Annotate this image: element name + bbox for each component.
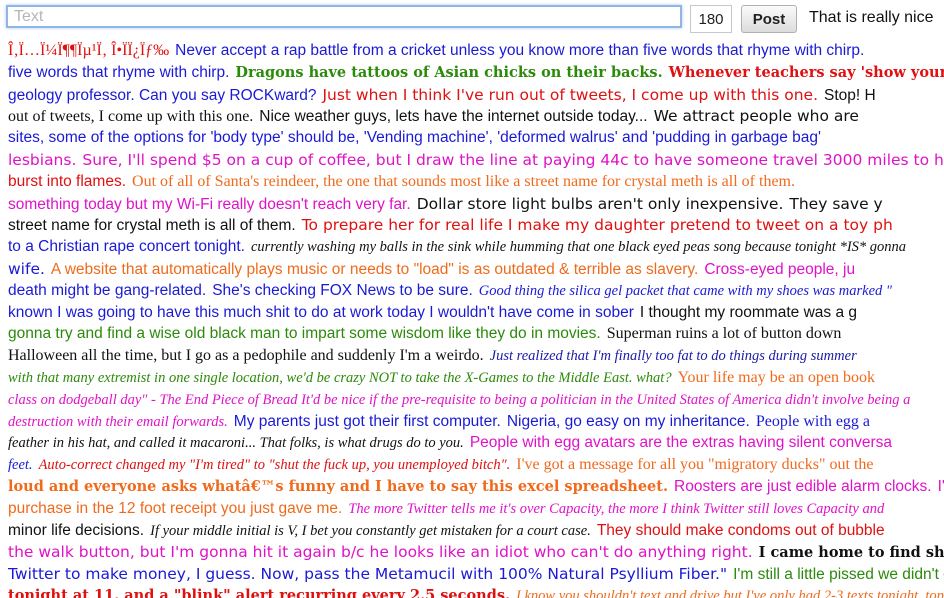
tweet-text: Nice weather guys, lets have the interne…: [259, 108, 648, 126]
tweet-text: to a Christian rape concert tonight.: [8, 238, 245, 256]
tweet-text: Cross-eyed people, ju: [704, 261, 856, 278]
tweet-text: People with egg avatars are the extras h…: [469, 434, 892, 452]
feed-line: death might be gang-related. She's checki…: [8, 280, 898, 302]
tweet-text-input[interactable]: [6, 5, 682, 28]
feed-line: Twitter to make money, I guess. Now, pas…: [8, 563, 944, 585]
feed-line: minor life decisions. If your middle init…: [8, 520, 891, 542]
tweet-text: I thought my roommate was a g: [639, 303, 857, 321]
tweet-text: Superman ruins a lot of button down: [606, 325, 842, 343]
tweet-text: Good thing the silica gel packet that ca…: [478, 282, 892, 299]
tweet-text: I've got a message for all you "migrator…: [516, 456, 874, 474]
tweet-text: gonna try and find a wise old black man …: [8, 325, 601, 343]
feed-line: something today but my Wi-Fi really does…: [8, 193, 889, 215]
tweet-text: A website that automatically plays music…: [50, 261, 699, 278]
tweet-text: street name for crystal meth is all of t…: [8, 217, 296, 235]
feed-line: to a Christian rape concert tonight. curr…: [8, 236, 912, 258]
tweet-text: feather in his hat, and called it macaro…: [8, 435, 464, 452]
tweet-text: Auto-correct changed my "I'm tired" to "…: [38, 457, 511, 474]
feed-line: burst into flames. Out of all of Santa's …: [8, 171, 801, 193]
tweet-text: Your life may be an open book: [677, 369, 876, 386]
feed-line: purchase in the 12 foot receipt you just…: [8, 498, 890, 520]
tweet-text: If your middle initial is V, I bet you c…: [150, 522, 591, 539]
tweet-text: burst into flames.: [8, 172, 127, 190]
feed-line: known I was going to have this much shit…: [8, 302, 863, 324]
tweet-text: something today but my Wi-Fi really does…: [8, 195, 411, 213]
feed-line: out of tweets, I come up with this one. N…: [8, 105, 865, 127]
tweet-text: I'm: [937, 478, 944, 495]
tweet-text: Dragons have tattoos of Asian chicks on …: [235, 63, 663, 81]
tweet-text: wife.: [8, 260, 45, 278]
tweet-text: Sure, I'll spend $5 on a cup of coffee, …: [82, 151, 944, 169]
feed-line: Halloween all the time, but I go as a pe…: [8, 345, 863, 367]
tweet-text: Halloween all the time, but I go as a pe…: [8, 347, 484, 365]
tweet-text: Stop! H: [824, 86, 876, 104]
tweet-text: out of tweets, I come up with this one.: [8, 108, 254, 126]
tweet-text: Dollar store light bulbs aren't only ine…: [416, 194, 784, 213]
tweet-text: I'm still a little pissed we didn't get: [733, 566, 944, 584]
tweet-text: currently washing my balls in the sink w…: [250, 239, 907, 256]
tweet-text: Out of all of Santa's reindeer, the one …: [132, 172, 795, 190]
feed-line: destruction with their email forwards. My…: [8, 411, 876, 433]
tweet-text: the walk button, but I'm gonna hit it ag…: [8, 543, 753, 562]
feed-line: loud and everyone asks whatâ€™s funny an…: [8, 476, 944, 498]
feed-line: the walk button, but I'm gonna hit it ag…: [8, 541, 944, 563]
tweet-text: I came home to find sh: [758, 544, 944, 562]
tweet-text: Whenever teachers say 'show your work': [668, 63, 944, 81]
tweet-text: destruction with their email forwards.: [8, 413, 228, 430]
tweet-feed: Î‚Ï…Ï¼Ï¶¶Ïµ¹Ï‚ Î•ÏÏ¿Ïƒ‰ Never accept a ra…: [0, 40, 944, 598]
tweet-text: known I was going to have this much shit…: [8, 303, 634, 321]
character-counter: 180: [690, 5, 732, 33]
feed-line: Î‚Ï…Ï¼Ï¶¶Ïµ¹Ï‚ Î•ÏÏ¿Ïƒ‰ Never accept a ra…: [8, 40, 870, 62]
feed-line: geology professor. Can you say ROCKward?…: [8, 84, 882, 106]
tweet-text: Î‚Ï…Ï¼Ï¶¶Ïµ¹Ï‚ Î•ÏÏ¿Ïƒ‰: [8, 42, 170, 59]
tweet-text: loud and everyone asks whatâ€™s funny an…: [8, 478, 669, 495]
feed-line: wife. A website that automatically plays …: [8, 258, 861, 280]
compose-bar: 180 Post That is really nice: [0, 0, 944, 38]
tweet-text: class on dodgeball day" - The End Piece …: [8, 391, 911, 408]
tweet-text: five words that rhyme with chirp.: [8, 63, 230, 81]
tweet-text: Just when I think I've run out of tweets…: [322, 85, 819, 104]
preview-text: That is really nice: [809, 9, 934, 26]
tweet-text: My parents just got their first computer…: [233, 412, 501, 430]
tweet-text: with that many extremist in one single l…: [8, 370, 672, 386]
feed-line: street name for crystal meth is all of t…: [8, 214, 899, 236]
tweet-text: lesbians.: [8, 151, 77, 169]
feed-line: with that many extremist in one single l…: [8, 367, 881, 389]
tweet-text: She's checking FOX News to be sure.: [212, 281, 473, 299]
tweet-text: I know you shouldn't text and drive but …: [516, 588, 944, 598]
tweet-text: To prepare her for real life I make my d…: [301, 216, 893, 235]
feed-line: gonna try and find a wise old black man …: [8, 323, 847, 345]
tweet-text: geology professor. Can you say ROCKward?: [8, 86, 317, 104]
tweet-text: Nigeria, go easy on my inheritance.: [506, 412, 750, 430]
tweet-text: tonight at 11, and a "blink" alert recur…: [8, 587, 511, 598]
feed-line: lesbians. Sure, I'll spend $5 on a cup of…: [8, 149, 944, 171]
tweet-text: minor life decisions.: [8, 521, 145, 539]
tweet-text: People with egg a: [755, 412, 871, 430]
feed-line: feather in his hat, and called it macaro…: [8, 432, 898, 454]
feed-line: five words that rhyme with chirp. Dragons…: [8, 62, 944, 84]
feed-line: sites, some of the options for 'body typ…: [8, 127, 827, 149]
feed-line: feet. Auto-correct changed my "I'm tired"…: [8, 454, 879, 476]
tweet-text: Roosters are just edible alarm clocks.: [674, 478, 932, 495]
tweet-text: Never accept a rap battle from a cricket…: [175, 42, 865, 59]
tweet-text: They should make condoms out of bubble: [596, 521, 885, 539]
tweet-text: The more Twitter tells me it's over Capa…: [348, 500, 885, 517]
tweet-text: purchase in the 12 foot receipt you just…: [8, 499, 343, 517]
feed-line: class on dodgeball day" - The End Piece …: [8, 389, 916, 411]
feed-line: tonight at 11, and a "blink" alert recur…: [8, 585, 944, 598]
tweet-text: Just realized that I'm finally too fat t…: [489, 348, 857, 365]
tweet-text: Twitter to make money, I guess. Now, pas…: [8, 565, 728, 584]
tweet-text: They save y: [789, 194, 883, 213]
tweet-text: sites, some of the options for 'body typ…: [8, 129, 821, 147]
tweet-text: We attract people who are: [653, 107, 859, 126]
tweet-text: feet.: [8, 457, 33, 474]
post-button[interactable]: Post: [741, 5, 797, 33]
tweet-text: death might be gang-related.: [8, 281, 207, 299]
